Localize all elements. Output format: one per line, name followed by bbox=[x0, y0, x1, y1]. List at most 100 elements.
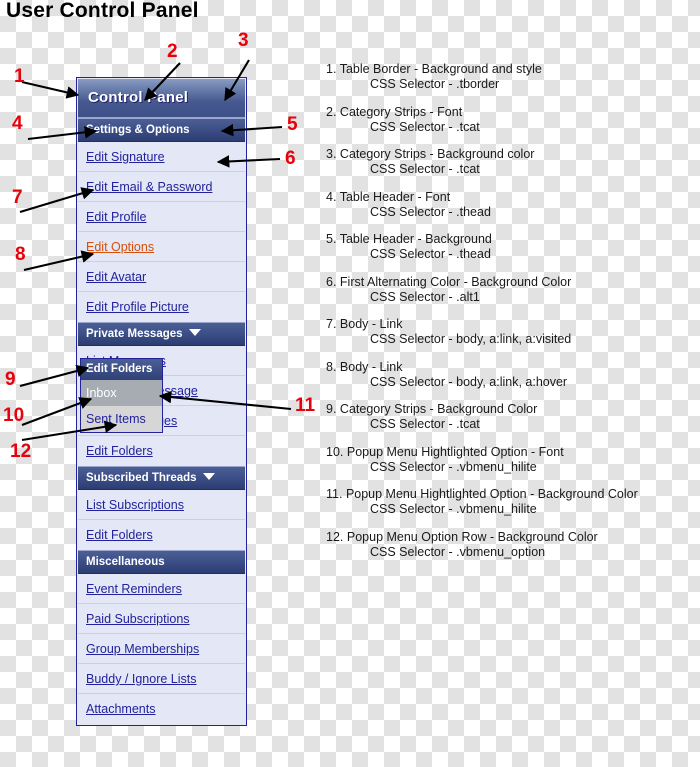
annotation-number-1: 1 bbox=[14, 66, 25, 87]
legend-entry-4: 4. Table Header - Font CSS Selector - .t… bbox=[326, 190, 700, 221]
legend-entry-title: 10. Popup Menu Hightlighted Option - Fon… bbox=[326, 445, 700, 460]
sidebar-item-edit-signature[interactable]: Edit Signature bbox=[78, 142, 245, 172]
legend-entry-number: 5. bbox=[326, 232, 337, 246]
popup-menu-header: Edit Folders bbox=[81, 359, 162, 380]
legend-entry-8: 8. Body - Link CSS Selector - body, a:li… bbox=[326, 360, 700, 391]
control-panel-title: Control Panel bbox=[78, 79, 245, 118]
annotation-number-5: 5 bbox=[287, 114, 298, 135]
legend-entry-text: Popup Menu Hightlighted Option - Font bbox=[346, 444, 564, 459]
legend-entry-6: 6. First Alternating Color - Background … bbox=[326, 275, 700, 306]
legend-entry-title: 11. Popup Menu Hightlighted Option - Bac… bbox=[326, 487, 700, 502]
popup-menu-item-inbox[interactable]: Inbox bbox=[81, 380, 162, 406]
legend-entry-title: 1. Table Border - Background and style bbox=[326, 62, 700, 77]
sidebar-item-edit-email-password[interactable]: Edit Email & Password bbox=[78, 172, 245, 202]
sidebar-item-edit-avatar[interactable]: Edit Avatar bbox=[78, 262, 245, 292]
sidebar-item-attachments[interactable]: Attachments bbox=[78, 694, 245, 724]
legend-entry-text: Body - Link bbox=[339, 359, 403, 374]
popup-menu-item-sent-items[interactable]: Sent Items bbox=[81, 406, 162, 432]
legend-entry-number: 3. bbox=[326, 147, 337, 161]
legend-list: 1. Table Border - Background and style C… bbox=[326, 62, 700, 572]
legend-entry-selector: CSS Selector - .vbmenu_option bbox=[370, 544, 546, 559]
legend-entry-number: 11. bbox=[326, 487, 343, 501]
annotation-number-10: 10 bbox=[3, 405, 25, 426]
legend-entry-text: Table Header - Background bbox=[339, 232, 492, 246]
chevron-down-icon bbox=[188, 329, 201, 337]
legend-entry-7: 7. Body - Link CSS Selector - body, a:li… bbox=[326, 317, 700, 348]
legend-entry-3: 3. Category Strips - Background color CS… bbox=[326, 147, 700, 178]
legend-entry-5: 5. Table Header - Background CSS Selecto… bbox=[326, 232, 700, 263]
category-label: Settings & Options bbox=[86, 124, 190, 136]
legend-entry-selector: CSS Selector - .thead bbox=[370, 247, 491, 262]
sidebar-item-buddy-ignore-lists[interactable]: Buddy / Ignore Lists bbox=[78, 664, 245, 694]
category-subscribed-threads[interactable]: Subscribed Threads bbox=[78, 466, 245, 490]
popup-menu: Edit Folders Inbox Sent Items bbox=[80, 358, 163, 433]
sidebar-item-st-edit-folders[interactable]: Edit Folders bbox=[78, 520, 245, 550]
legend-entry-number: 1. bbox=[326, 62, 337, 76]
annotation-number-12: 12 bbox=[10, 441, 32, 462]
legend-entry-selector: CSS Selector - .vbmenu_hilite bbox=[370, 459, 537, 474]
sidebar-item-edit-options[interactable]: Edit Options bbox=[78, 232, 245, 262]
legend-entry-number: 12. bbox=[326, 529, 344, 544]
legend-entry-9: 9. Category Strips - Background Color CS… bbox=[326, 402, 700, 433]
legend-entry-selector: CSS Selector - .tcat bbox=[370, 417, 480, 432]
annotation-number-6: 6 bbox=[285, 148, 296, 169]
legend-entry-title: 3. Category Strips - Background color bbox=[326, 147, 700, 162]
legend-entry-selector: CSS Selector - .tborder bbox=[370, 77, 500, 92]
legend-entry-text: Category Strips - Background Color bbox=[339, 402, 538, 416]
page-title: User Control Panel bbox=[6, 0, 199, 22]
legend-entry-text: Table Border - Background and style bbox=[339, 62, 542, 76]
legend-entry-selector: CSS Selector - .thead bbox=[370, 204, 491, 219]
legend-entry-10: 10. Popup Menu Hightlighted Option - Fon… bbox=[326, 445, 700, 476]
legend-entry-selector: CSS Selector - .tcat bbox=[370, 162, 480, 177]
legend-entry-text: Popup Menu Option Row - Background Color bbox=[346, 529, 598, 544]
sidebar-item-edit-profile-picture[interactable]: Edit Profile Picture bbox=[78, 292, 245, 322]
legend-entry-text: Table Header - Font bbox=[339, 189, 451, 204]
annotation-number-11: 11 bbox=[295, 395, 316, 416]
legend-entry-title: 7. Body - Link bbox=[326, 317, 700, 332]
legend-entry-12: 12. Popup Menu Option Row - Background C… bbox=[326, 530, 700, 561]
legend-entry-number: 9. bbox=[326, 402, 337, 416]
legend-entry-number: 7. bbox=[326, 317, 337, 331]
legend-entry-title: 2. Category Strips - Font bbox=[326, 105, 700, 120]
legend-entry-text: Body - Link bbox=[339, 317, 403, 331]
annotation-number-8: 8 bbox=[15, 244, 26, 265]
legend-entry-number: 4. bbox=[326, 189, 337, 204]
legend-entry-title: 9. Category Strips - Background Color bbox=[326, 402, 700, 417]
legend-entry-number: 8. bbox=[326, 359, 337, 374]
legend-entry-text: Popup Menu Hightlighted Option - Backgro… bbox=[345, 487, 638, 501]
sidebar-item-pm-edit-folders[interactable]: Edit Folders bbox=[78, 436, 245, 466]
legend-entry-title: 4. Table Header - Font bbox=[326, 190, 700, 205]
legend-entry-selector: CSS Selector - .alt1 bbox=[370, 289, 480, 304]
annotation-number-9: 9 bbox=[5, 369, 16, 390]
legend-entry-selector: CSS Selector - .tcat bbox=[370, 119, 480, 134]
legend-entry-1: 1. Table Border - Background and style C… bbox=[326, 62, 700, 93]
sidebar-item-edit-profile[interactable]: Edit Profile bbox=[78, 202, 245, 232]
legend-entry-title: 5. Table Header - Background bbox=[326, 232, 700, 247]
category-label: Miscellaneous bbox=[86, 556, 165, 568]
legend-entry-text: Category Strips - Font bbox=[339, 104, 463, 119]
category-label: Private Messages bbox=[86, 328, 183, 340]
legend-entry-2: 2. Category Strips - Font CSS Selector -… bbox=[326, 105, 700, 136]
category-private-messages[interactable]: Private Messages bbox=[78, 322, 245, 346]
legend-entry-selector: CSS Selector - .vbmenu_hilite bbox=[370, 502, 537, 517]
sidebar-item-paid-subscriptions[interactable]: Paid Subscriptions bbox=[78, 604, 245, 634]
legend-entry-number: 10. bbox=[326, 444, 344, 459]
legend-entry-title: 6. First Alternating Color - Background … bbox=[326, 275, 700, 290]
sidebar-item-group-memberships[interactable]: Group Memberships bbox=[78, 634, 245, 664]
chevron-down-icon bbox=[202, 473, 215, 481]
legend-entry-selector: CSS Selector - body, a:link, a:hover bbox=[370, 374, 568, 389]
annotation-number-3: 3 bbox=[238, 30, 249, 51]
legend-entry-number: 2. bbox=[326, 104, 337, 119]
sidebar-item-list-subscriptions[interactable]: List Subscriptions bbox=[78, 490, 245, 520]
annotation-number-4: 4 bbox=[12, 113, 23, 134]
sidebar-item-event-reminders[interactable]: Event Reminders bbox=[78, 574, 245, 604]
category-settings-options[interactable]: Settings & Options bbox=[78, 118, 245, 142]
annotation-number-2: 2 bbox=[167, 41, 178, 62]
legend-entry-text: First Alternating Color - Background Col… bbox=[339, 274, 572, 289]
category-miscellaneous[interactable]: Miscellaneous bbox=[78, 550, 245, 574]
legend-entry-selector: CSS Selector - body, a:link, a:visited bbox=[370, 332, 572, 347]
legend-entry-title: 12. Popup Menu Option Row - Background C… bbox=[326, 530, 700, 545]
legend-entry-number: 6. bbox=[326, 274, 337, 289]
legend-entry-text: Category Strips - Background color bbox=[339, 147, 535, 161]
category-label: Subscribed Threads bbox=[86, 472, 197, 484]
